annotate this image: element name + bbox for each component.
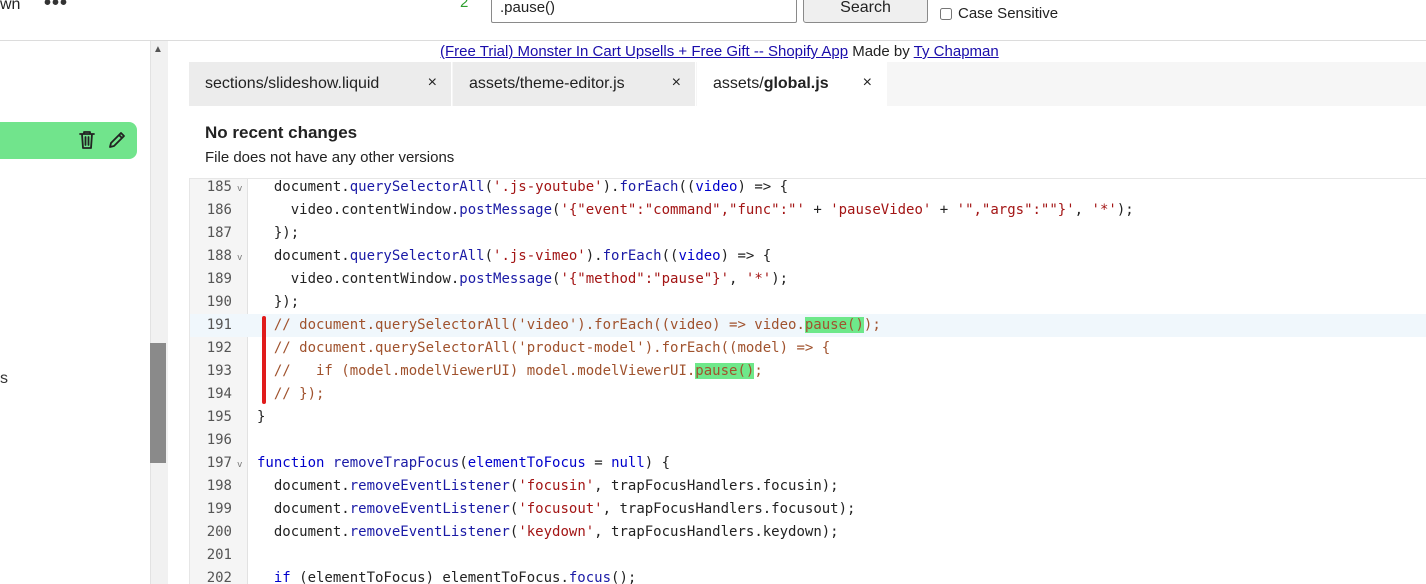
code-text: // document.querySelectorAll('video').fo…: [273, 317, 881, 333]
promo-link[interactable]: (Free Trial) Monster In Cart Upsells + F…: [440, 43, 848, 60]
more-options-icon[interactable]: •••: [44, 0, 68, 15]
line-number: 198: [206, 478, 232, 494]
code-line-194[interactable]: 194 // });: [190, 383, 1426, 406]
close-icon[interactable]: ×: [428, 74, 437, 92]
pencil-icon[interactable]: [106, 128, 128, 152]
code-text: // if (model.modelViewerUI) model.modelV…: [273, 363, 763, 379]
author-link[interactable]: Ty Chapman: [914, 43, 999, 60]
promo-banner: (Free Trial) Monster In Cart Upsells + F…: [440, 43, 999, 60]
code-text: // document.querySelectorAll('product-mo…: [273, 340, 831, 356]
code-line-191[interactable]: 191 // document.querySelectorAll('video'…: [190, 314, 1426, 337]
code-line-200[interactable]: 200 document.removeEventListener('keydow…: [190, 521, 1426, 544]
line-number: 186: [206, 202, 232, 218]
case-sensitive-toggle[interactable]: Case Sensitive: [940, 5, 1058, 22]
code-editor[interactable]: 185 v document.querySelectorAll('.js-yout…: [189, 179, 1426, 584]
case-sensitive-label: Case Sensitive: [958, 5, 1059, 22]
line-number: 192: [206, 340, 232, 356]
line-number: 190: [206, 294, 232, 310]
code-text: });: [257, 225, 300, 241]
red-annotation-mark: [262, 316, 266, 404]
line-number: 194: [206, 386, 232, 402]
tab-label-bold: global.js: [763, 75, 829, 92]
close-icon[interactable]: ×: [672, 74, 681, 92]
code-line-197[interactable]: 197 v function removeTrapFocus(elementToFo…: [190, 452, 1426, 475]
tab-theme-editor-js[interactable]: assets/theme-editor.js ×: [453, 62, 696, 106]
match-count: 2: [460, 0, 469, 11]
fold-toggle-icon[interactable]: v: [237, 179, 242, 201]
code-line-196[interactable]: 196: [190, 429, 1426, 452]
scroll-up-icon[interactable]: ▲: [153, 44, 163, 55]
code-text: // });: [273, 386, 325, 402]
code-line-185[interactable]: 185 v document.querySelectorAll('.js-yout…: [190, 179, 1426, 199]
tab-global-js[interactable]: assets/global.js ×: [697, 62, 887, 106]
code-line-187[interactable]: 187 });: [190, 222, 1426, 245]
code-text: video.contentWindow.postMessage('{"metho…: [257, 271, 789, 287]
line-number: 200: [206, 524, 232, 540]
line-number: 191: [206, 317, 232, 333]
line-number: 199: [206, 501, 232, 517]
code-line-188[interactable]: 188 v document.querySelectorAll('.js-vime…: [190, 245, 1426, 268]
line-number: 188: [206, 248, 232, 264]
version-info-panel: No recent changes File does not have any…: [189, 106, 1426, 179]
code-line-201[interactable]: 201: [190, 544, 1426, 567]
code-text: document.querySelectorAll('.js-vimeo').f…: [257, 248, 772, 264]
code-line-195[interactable]: 195}: [190, 406, 1426, 429]
line-number: 185: [206, 179, 232, 195]
search-button[interactable]: Search: [803, 0, 928, 23]
tab-label: sections/slideshow.liquid: [205, 75, 380, 92]
fold-toggle-icon[interactable]: v: [237, 247, 242, 270]
toolbar-left-fragment[interactable]: wn: [0, 0, 20, 14]
sidebar-fragment: s: [0, 370, 8, 387]
fold-toggle-icon[interactable]: v: [237, 454, 242, 477]
trash-icon[interactable]: [76, 128, 98, 152]
line-number: 187: [206, 225, 232, 241]
code-text: });: [257, 294, 300, 310]
line-number: 189: [206, 271, 232, 287]
code-text: document.removeEventListener('focusout',…: [257, 501, 856, 517]
code-text: if (elementToFocus) elementToFocus.focus…: [273, 570, 637, 584]
search-input[interactable]: [491, 0, 797, 23]
code-line-186[interactable]: 186 video.contentWindow.postMessage('{"e…: [190, 199, 1426, 222]
sidebar-scroll-thumb[interactable]: [150, 343, 166, 463]
code-line-198[interactable]: 198 document.removeEventListener('focusi…: [190, 475, 1426, 498]
line-number: 202: [206, 570, 232, 584]
code-line-189[interactable]: 189 video.contentWindow.postMessage('{"m…: [190, 268, 1426, 291]
sidebar-scrollbar[interactable]: [150, 41, 168, 584]
tab-slideshow-liquid[interactable]: sections/slideshow.liquid ×: [189, 62, 452, 106]
tab-label-prefix: assets/: [713, 75, 764, 92]
code-text: video.contentWindow.postMessage('{"event…: [257, 202, 1134, 218]
code-line-193[interactable]: 193 // if (model.modelViewerUI) model.mo…: [190, 360, 1426, 383]
code-line-202[interactable]: 202 if (elementToFocus) elementToFocus.f…: [190, 567, 1426, 584]
code-text: document.removeEventListener('keydown', …: [257, 524, 839, 540]
code-line-199[interactable]: 199 document.removeEventListener('focuso…: [190, 498, 1426, 521]
info-title: No recent changes: [205, 123, 358, 142]
line-number: 195: [206, 409, 232, 425]
code-text: document.querySelectorAll('.js-youtube')…: [257, 179, 789, 195]
case-sensitive-checkbox[interactable]: [940, 7, 952, 20]
tab-label: assets/theme-editor.js: [469, 75, 625, 92]
line-number: 201: [206, 547, 232, 563]
code-line-192[interactable]: 192 // document.querySelectorAll('produc…: [190, 337, 1426, 360]
code-line-190[interactable]: 190 });: [190, 291, 1426, 314]
top-toolbar: wn ••• 2 Search Case Sensitive: [0, 0, 1426, 41]
line-number: 197: [206, 455, 232, 471]
code-text: document.removeEventListener('focusin', …: [257, 478, 839, 494]
line-number: 193: [206, 363, 232, 379]
code-text: function removeTrapFocus(elementToFocus …: [257, 455, 671, 471]
made-by-label: Made by: [852, 43, 910, 60]
info-subtitle: File does not have any other versions: [205, 149, 455, 166]
code-text: }: [257, 409, 266, 425]
close-icon[interactable]: ×: [863, 74, 872, 92]
line-number: 196: [206, 432, 232, 448]
